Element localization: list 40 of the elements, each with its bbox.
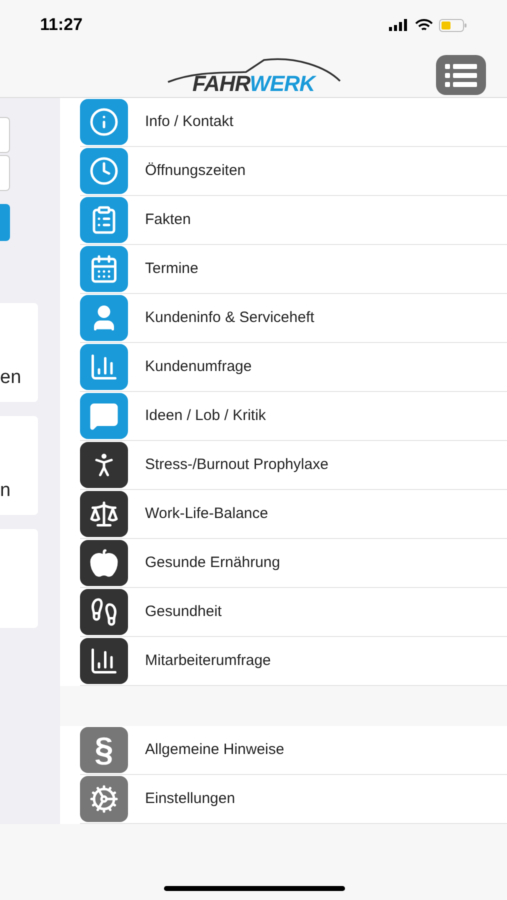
brand-logo: FAHRWERK — [192, 72, 315, 94]
menu-item-label: Stress-/Burnout Prophylaxe — [145, 454, 328, 475]
menu-item-label: Gesundheit — [145, 602, 222, 622]
status-time: 11:27 — [40, 14, 83, 36]
menu-item-label: Ideen / Lob / Kritik — [145, 406, 266, 426]
menu-item[interactable]: Ideen / Lob / Kritik — [80, 392, 507, 441]
card-text: n — [0, 478, 11, 502]
menu-item-label: Termine — [145, 258, 198, 279]
input-field[interactable] — [0, 155, 10, 191]
card-text: en — [0, 366, 22, 390]
menu-item-label: Fakten — [145, 210, 191, 230]
menu-item-label: Kundenumfrage — [145, 356, 252, 377]
menu-item[interactable]: Kundenumfrage — [80, 343, 507, 392]
paragraph-icon: § — [80, 727, 128, 773]
menu-item-label: Allgemeine Hinweise — [145, 740, 284, 760]
menu-item-label: Gesunde Ernährung — [145, 552, 280, 573]
signal-icon — [389, 19, 409, 31]
menu-item[interactable]: Fakten — [80, 196, 507, 245]
menu-item[interactable]: Info / Kontakt — [80, 98, 507, 147]
submit-button[interactable] — [0, 204, 10, 241]
menu-item[interactable]: Work-Life-Balance — [80, 490, 507, 539]
menu-item[interactable]: Termine — [80, 245, 507, 294]
menu-item[interactable]: Stress-/Burnout Prophylaxe — [80, 441, 507, 490]
menu-item[interactable]: Gesundheit — [80, 588, 507, 637]
menu-item[interactable]: § Allgemeine Hinweise — [80, 726, 507, 775]
menu-item[interactable]: Gesunde Ernährung — [80, 539, 507, 588]
input-field[interactable] — [0, 117, 10, 153]
menu-item-label: Mitarbeiterumfrage — [145, 650, 271, 671]
menu-item-label: Einstellungen — [145, 788, 236, 809]
menu-item-label: Öffnungszeiten — [145, 160, 246, 181]
menu-button[interactable] — [436, 55, 486, 95]
menu-item[interactable]: Kundeninfo & Serviceheft — [80, 294, 507, 343]
battery-icon — [439, 18, 467, 32]
menu-item[interactable]: Öffnungszeiten — [80, 147, 507, 196]
menu-item-label: Kundeninfo & Serviceheft — [145, 308, 314, 328]
menu-item[interactable]: Mitarbeiterumfrage — [80, 637, 507, 686]
menu-item-label: Work-Life-Balance — [145, 504, 268, 524]
wifi-icon — [415, 18, 433, 32]
menu-item-label: Info / Kontakt — [145, 112, 234, 132]
menu-item[interactable]: Einstellungen — [80, 775, 507, 824]
